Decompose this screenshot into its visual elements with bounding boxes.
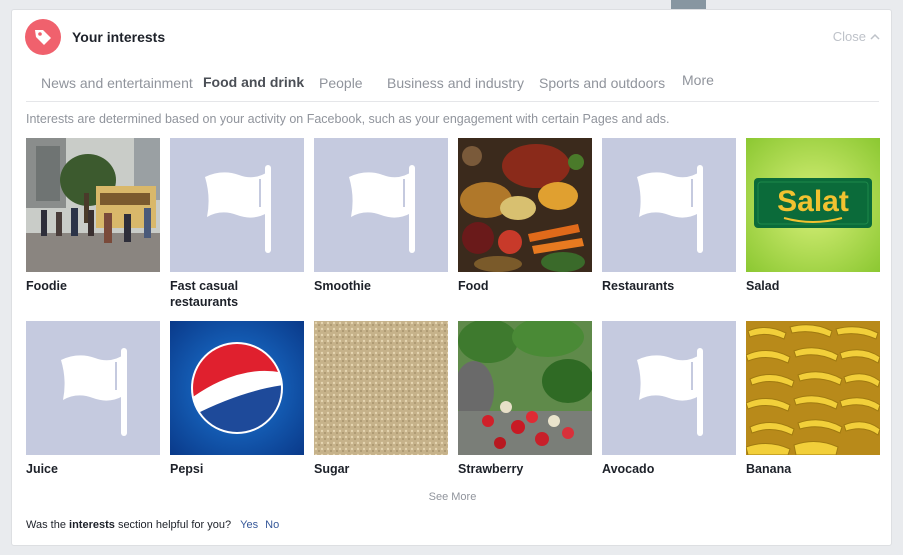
interest-card-fast-casual-restaurants[interactable]: Fast casual restaurants bbox=[170, 138, 304, 310]
page-title: Your interests bbox=[72, 29, 166, 45]
interest-card-restaurants[interactable]: Restaurants bbox=[602, 138, 736, 294]
top-tab-edge bbox=[671, 0, 706, 9]
food-spread-photo bbox=[458, 138, 592, 272]
bananas-photo bbox=[746, 321, 880, 455]
tag-icon bbox=[25, 19, 61, 55]
sugar-photo bbox=[314, 321, 448, 455]
interest-card-foodie[interactable]: Foodie bbox=[26, 138, 160, 294]
pepsi-logo bbox=[170, 321, 304, 455]
feedback-prompt: Was the interests section helpful for yo… bbox=[26, 519, 279, 531]
interest-tabs: News and entertainment Food and drink Pe… bbox=[26, 66, 879, 102]
feedback-text-prefix: Was the bbox=[26, 519, 66, 531]
interest-card-juice[interactable]: Juice bbox=[26, 321, 160, 477]
interest-card-banana[interactable]: Banana bbox=[746, 321, 880, 477]
interest-label: Juice bbox=[26, 462, 58, 476]
tab-business-and-industry[interactable]: Business and industry bbox=[387, 75, 524, 91]
feedback-text-bold: interests bbox=[69, 519, 115, 531]
feedback-yes-link[interactable]: Yes bbox=[240, 519, 258, 531]
interest-label: Sugar bbox=[314, 462, 350, 476]
interest-label: Strawberry bbox=[458, 462, 524, 476]
interest-card-salad[interactable]: Salat Salad bbox=[746, 138, 880, 294]
interest-card-smoothie[interactable]: Smoothie bbox=[314, 138, 448, 294]
see-more-link[interactable]: See More bbox=[12, 491, 893, 503]
interest-label: Food bbox=[458, 279, 489, 293]
interest-label: Pepsi bbox=[170, 462, 204, 476]
close-button[interactable]: Close bbox=[833, 29, 880, 44]
interest-label: Foodie bbox=[26, 279, 67, 293]
flag-placeholder-icon bbox=[170, 138, 304, 272]
interest-label: Smoothie bbox=[314, 279, 371, 293]
interests-description: Interests are determined based on your a… bbox=[26, 112, 670, 126]
tab-news-and-entertainment[interactable]: News and entertainment bbox=[41, 75, 193, 91]
flag-placeholder-icon bbox=[26, 321, 160, 455]
interest-card-avocado[interactable]: Avocado bbox=[602, 321, 736, 477]
feedback-text-suffix: section helpful for you? bbox=[117, 519, 232, 531]
food-trucks-photo bbox=[26, 138, 160, 272]
interest-label: Restaurants bbox=[602, 279, 675, 293]
interests-panel: Your interests Close News and entertainm… bbox=[11, 9, 892, 546]
strawberry-plant-photo bbox=[458, 321, 592, 455]
salat-logo: Salat bbox=[746, 138, 880, 272]
interest-card-sugar[interactable]: Sugar bbox=[314, 321, 448, 477]
tab-sports-and-outdoors[interactable]: Sports and outdoors bbox=[539, 75, 665, 91]
interest-card-strawberry[interactable]: Strawberry bbox=[458, 321, 592, 477]
tab-more[interactable]: More bbox=[682, 72, 714, 88]
chevron-up-icon bbox=[870, 33, 880, 40]
interest-label: Avocado bbox=[602, 462, 655, 476]
interest-card-pepsi[interactable]: Pepsi bbox=[170, 321, 304, 477]
panel-header: Your interests Close bbox=[25, 19, 880, 55]
flag-placeholder-icon bbox=[602, 138, 736, 272]
flag-placeholder-icon bbox=[314, 138, 448, 272]
flag-placeholder-icon bbox=[602, 321, 736, 455]
feedback-no-link[interactable]: No bbox=[265, 519, 279, 531]
tab-people[interactable]: People bbox=[319, 75, 363, 91]
close-label: Close bbox=[832, 29, 866, 44]
svg-text:Salat: Salat bbox=[777, 185, 849, 218]
interest-label: Banana bbox=[746, 462, 792, 476]
tab-food-and-drink[interactable]: Food and drink bbox=[203, 74, 304, 90]
interest-card-food[interactable]: Food bbox=[458, 138, 592, 294]
interest-label: Fast casual restaurants bbox=[170, 279, 239, 309]
interest-label: Salad bbox=[746, 279, 780, 293]
